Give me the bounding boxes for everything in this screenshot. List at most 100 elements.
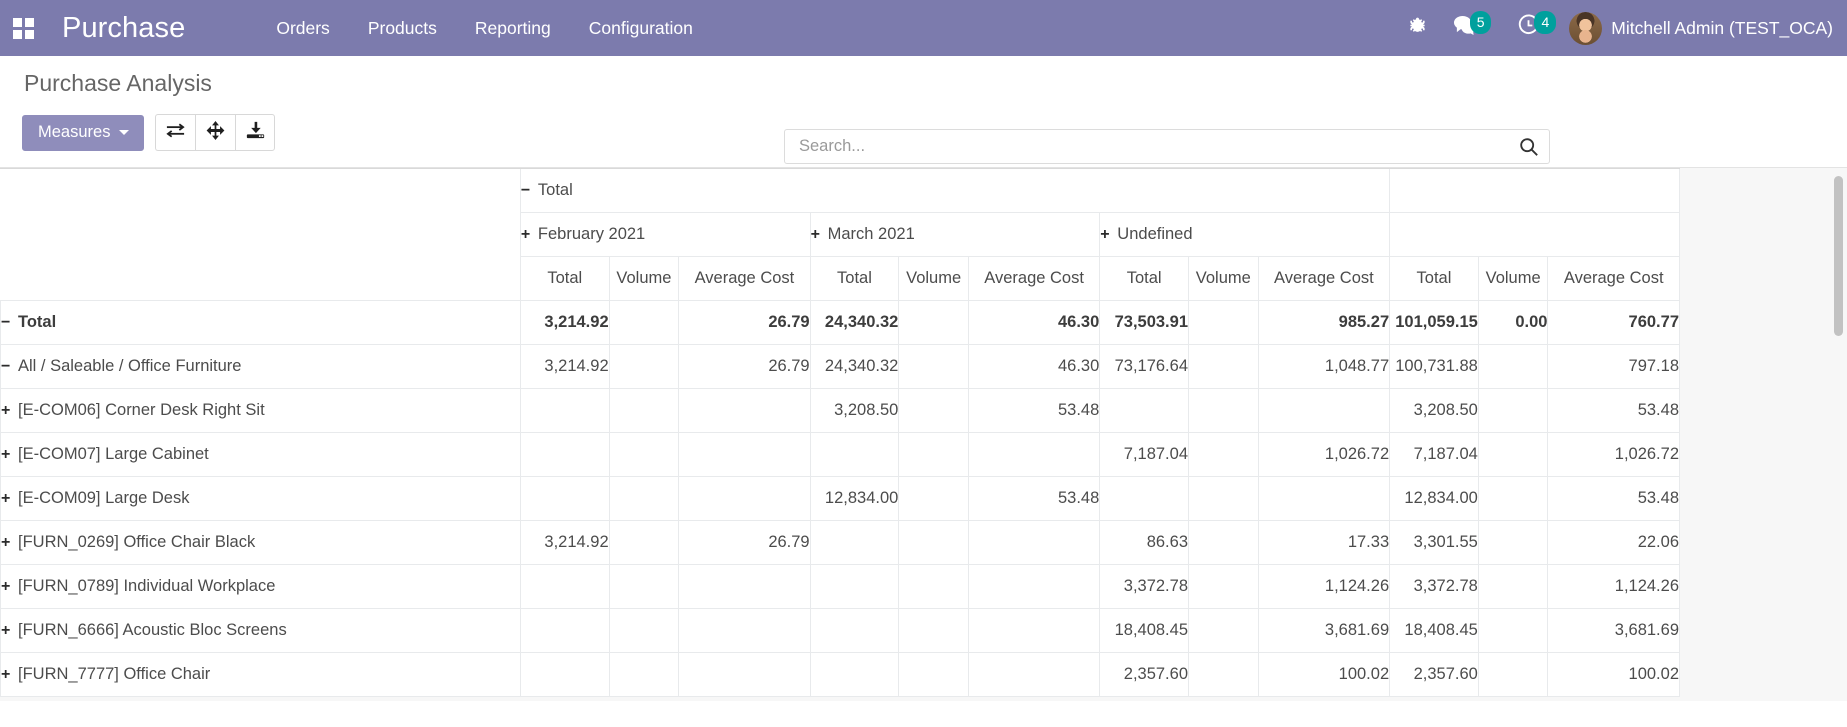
download-xlsx-button[interactable] — [235, 114, 276, 151]
menu-item-reporting[interactable]: Reporting — [456, 12, 570, 45]
table-cell[interactable]: 985.27 — [1257, 300, 1391, 345]
table-cell[interactable]: 3,208.50 — [809, 388, 900, 433]
table-cell[interactable]: 53.48 — [1547, 476, 1680, 521]
table-cell[interactable] — [519, 432, 610, 477]
table-cell[interactable] — [519, 608, 610, 653]
table-cell[interactable] — [519, 652, 610, 697]
table-cell[interactable]: 18,408.45 — [1099, 608, 1189, 653]
table-cell[interactable]: 26.79 — [678, 520, 811, 565]
table-cell[interactable] — [967, 432, 1101, 477]
row-header-cell[interactable]: + [FURN_0789] Individual Workplace — [0, 564, 521, 609]
table-cell[interactable] — [809, 608, 900, 653]
table-cell[interactable] — [608, 388, 680, 433]
table-cell[interactable] — [898, 652, 969, 697]
debug-bug-button[interactable] — [1395, 0, 1440, 56]
table-cell[interactable] — [1188, 564, 1259, 609]
table-cell[interactable]: 3,301.55 — [1389, 520, 1479, 565]
table-cell[interactable] — [967, 608, 1101, 653]
menu-item-products[interactable]: Products — [349, 12, 456, 45]
table-cell[interactable]: 46.30 — [967, 344, 1101, 389]
table-cell[interactable] — [898, 520, 969, 565]
table-cell[interactable]: 2,357.60 — [1389, 652, 1479, 697]
table-cell[interactable]: 73,176.64 — [1099, 344, 1189, 389]
table-cell[interactable] — [608, 608, 680, 653]
table-cell[interactable] — [519, 476, 610, 521]
table-cell[interactable]: 24,340.32 — [809, 300, 900, 345]
table-cell[interactable] — [1257, 388, 1391, 433]
measure-header-average-cost[interactable]: Average Cost — [1547, 256, 1680, 301]
measure-header-volume[interactable]: Volume — [1188, 256, 1259, 301]
table-cell[interactable]: 3,214.92 — [519, 344, 610, 389]
table-cell[interactable] — [608, 300, 680, 345]
table-cell[interactable] — [678, 608, 811, 653]
app-brand-purchase[interactable]: Purchase — [46, 12, 195, 45]
row-header-cell[interactable]: + [E-COM06] Corner Desk Right Sit — [0, 388, 521, 433]
table-cell[interactable] — [898, 476, 969, 521]
table-cell[interactable] — [608, 432, 680, 477]
column-group-undefined[interactable]: + Undefined — [1099, 212, 1391, 257]
table-cell[interactable]: 100.02 — [1547, 652, 1680, 697]
table-cell[interactable] — [608, 476, 680, 521]
search-bar[interactable] — [784, 129, 1550, 164]
table-cell[interactable] — [898, 388, 969, 433]
table-cell[interactable] — [809, 520, 900, 565]
table-cell[interactable]: 24,340.32 — [809, 344, 900, 389]
table-cell[interactable] — [678, 476, 811, 521]
table-cell[interactable]: 0.00 — [1477, 300, 1549, 345]
column-root-total[interactable]: − Total — [519, 168, 1391, 213]
table-cell[interactable]: 1,048.77 — [1257, 344, 1391, 389]
table-cell[interactable]: 3,208.50 — [1389, 388, 1479, 433]
table-cell[interactable] — [898, 432, 969, 477]
table-cell[interactable]: 1,026.72 — [1257, 432, 1391, 477]
table-cell[interactable]: 53.48 — [967, 476, 1101, 521]
measure-header-average-cost[interactable]: Average Cost — [678, 256, 811, 301]
table-cell[interactable]: 3,214.92 — [519, 300, 610, 345]
measures-button[interactable]: Measures — [22, 114, 145, 151]
table-cell[interactable]: 3,681.69 — [1547, 608, 1680, 653]
row-header-cell[interactable]: + [E-COM07] Large Cabinet — [0, 432, 521, 477]
table-cell[interactable] — [898, 300, 969, 345]
flip-axis-button[interactable] — [155, 114, 196, 151]
table-cell[interactable] — [1477, 608, 1549, 653]
table-cell[interactable] — [608, 564, 680, 609]
vertical-scrollbar-track[interactable] — [1830, 168, 1847, 701]
column-group-march-2021[interactable]: + March 2021 — [809, 212, 1101, 257]
table-cell[interactable] — [898, 608, 969, 653]
table-cell[interactable]: 53.48 — [967, 388, 1101, 433]
row-header-cell[interactable]: + [FURN_7777] Office Chair — [0, 652, 521, 697]
table-cell[interactable]: 22.06 — [1547, 520, 1680, 565]
table-cell[interactable] — [809, 564, 900, 609]
table-cell[interactable] — [519, 388, 610, 433]
table-cell[interactable] — [678, 432, 811, 477]
table-cell[interactable] — [678, 564, 811, 609]
table-cell[interactable] — [519, 564, 610, 609]
messages-button[interactable]: 5 — [1440, 0, 1505, 56]
measure-header-average-cost[interactable]: Average Cost — [1257, 256, 1391, 301]
measure-header-volume[interactable]: Volume — [898, 256, 969, 301]
table-cell[interactable]: 12,834.00 — [809, 476, 900, 521]
measure-header-total[interactable]: Total — [1389, 256, 1479, 301]
search-icon[interactable] — [1519, 137, 1539, 157]
table-cell[interactable] — [608, 344, 680, 389]
table-cell[interactable] — [967, 652, 1101, 697]
table-cell[interactable] — [1099, 388, 1189, 433]
measure-header-average-cost[interactable]: Average Cost — [967, 256, 1101, 301]
measure-header-total[interactable]: Total — [809, 256, 900, 301]
measure-header-volume[interactable]: Volume — [1477, 256, 1549, 301]
table-cell[interactable]: 3,214.92 — [519, 520, 610, 565]
table-cell[interactable]: 53.48 — [1547, 388, 1680, 433]
table-cell[interactable] — [809, 432, 900, 477]
table-cell[interactable] — [1477, 432, 1549, 477]
table-cell[interactable]: 1,026.72 — [1547, 432, 1680, 477]
measure-header-total[interactable]: Total — [1099, 256, 1189, 301]
table-cell[interactable]: 101,059.15 — [1389, 300, 1479, 345]
table-cell[interactable] — [608, 520, 680, 565]
expand-all-button[interactable] — [195, 114, 236, 151]
table-cell[interactable] — [898, 344, 969, 389]
username-menu[interactable]: Mitchell Admin (TEST_OCA) — [1611, 18, 1833, 39]
table-cell[interactable]: 100,731.88 — [1389, 344, 1479, 389]
apps-grid-icon[interactable] — [0, 0, 46, 56]
menu-item-orders[interactable]: Orders — [257, 12, 348, 45]
table-cell[interactable]: 46.30 — [967, 300, 1101, 345]
table-cell[interactable] — [1477, 476, 1549, 521]
